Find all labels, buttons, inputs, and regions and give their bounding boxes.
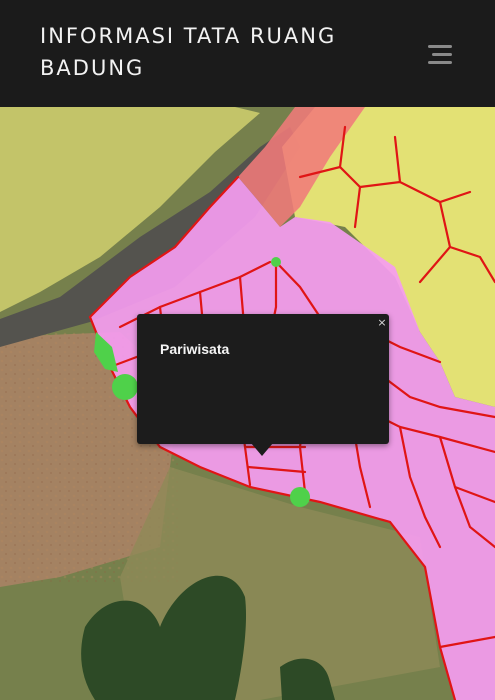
app-title: INFORMASI TATA RUANG BADUNG <box>40 24 337 80</box>
hamburger-menu-icon[interactable] <box>424 38 458 72</box>
green-zone <box>271 257 281 267</box>
popup-pointer <box>251 443 273 456</box>
close-icon[interactable]: × <box>376 317 388 329</box>
green-zone <box>112 374 138 400</box>
popup-zone-label: Pariwisata <box>160 341 230 357</box>
green-zone <box>290 487 310 507</box>
app-header: INFORMASI TATA RUANG BADUNG <box>0 0 495 107</box>
zone-info-popup: Pariwisata × <box>137 314 389 444</box>
